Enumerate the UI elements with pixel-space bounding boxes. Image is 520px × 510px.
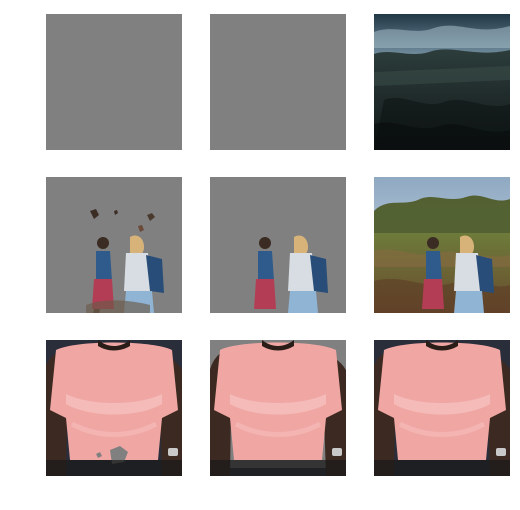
grid-cell-r2-c3-people-landscape [374,177,510,313]
grid-cell-r3-c2-shirt-outline [210,340,346,476]
grid-cell-r2-c1-noisy-cutout [46,177,182,313]
grid-cell-r1-c2-gray-mask [210,14,346,150]
grid-cell-r3-c1-shirt-noisy [46,340,182,476]
grid-cell-r2-c2-clean-cutout [210,177,346,313]
grid-cell-r1-c1-gray-mask [46,14,182,150]
image-grid [0,0,520,510]
grid-cell-r3-c3-shirt-photo [374,340,510,476]
grid-cell-r1-c3-dark-landscape [374,14,510,150]
